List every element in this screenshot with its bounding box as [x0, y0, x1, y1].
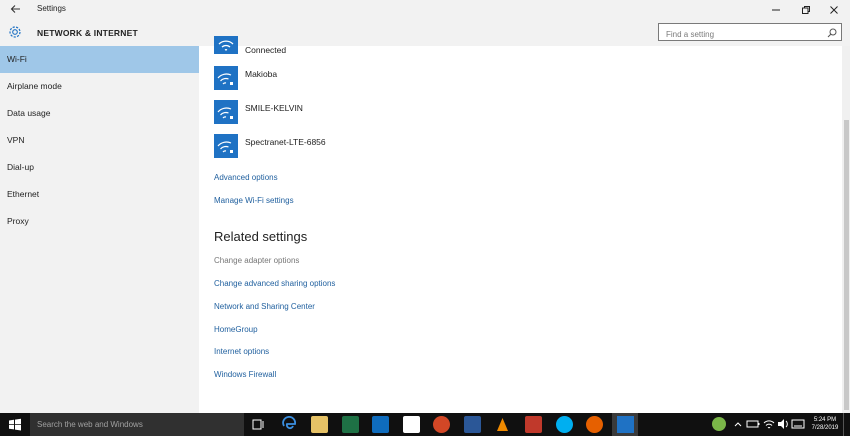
sidebar-item-vpn[interactable]: VPN: [0, 127, 199, 154]
minimize-button[interactable]: [763, 0, 789, 19]
network-item-makioba[interactable]: Makioba: [214, 66, 514, 92]
search-box[interactable]: [658, 23, 842, 43]
taskbar-search[interactable]: Search the web and Windows: [30, 413, 244, 436]
wifi-secured-icon: [214, 100, 238, 124]
advanced-options-link[interactable]: Advanced options: [214, 173, 278, 182]
scrollbar-thumb[interactable]: [844, 120, 849, 410]
gear-icon: [7, 24, 23, 40]
homegroup-link[interactable]: HomeGroup: [214, 325, 258, 334]
clock[interactable]: 5:24 PM 7/28/2019: [806, 416, 844, 432]
restore-button[interactable]: [793, 0, 819, 19]
network-item-smile-kelvin[interactable]: SMILE-KELVIN: [214, 100, 514, 126]
wifi-secured-icon: [214, 134, 238, 158]
store-icon[interactable]: [403, 416, 420, 433]
back-arrow-icon[interactable]: [9, 2, 23, 16]
powerpoint-icon[interactable]: [433, 416, 450, 433]
change-adapter-options-link[interactable]: Change adapter options: [214, 256, 299, 265]
sidebar: Wi-Fi Airplane mode Data usage VPN Dial-…: [0, 46, 199, 413]
keyboard-icon[interactable]: [791, 417, 805, 436]
clock-date: 7/28/2019: [811, 425, 839, 431]
firefox-icon[interactable]: [586, 416, 603, 433]
word-icon[interactable]: [464, 416, 481, 433]
network-sharing-center-link[interactable]: Network and Sharing Center: [214, 302, 315, 311]
excel-icon[interactable]: [342, 416, 359, 433]
task-view-icon[interactable]: [250, 416, 267, 433]
main-content: Connected Makioba SMILE-KELVIN Spectrane…: [199, 36, 850, 413]
chevron-up-icon[interactable]: [733, 417, 743, 436]
sidebar-item-airplane-mode[interactable]: Airplane mode: [0, 73, 199, 100]
sidebar-item-proxy[interactable]: Proxy: [0, 208, 199, 235]
connected-status: Connected: [245, 45, 287, 54]
outlook-icon[interactable]: [372, 416, 389, 433]
settings-taskbar-button[interactable]: [612, 413, 638, 436]
page-title: NETWORK & INTERNET: [37, 28, 138, 38]
connected-network[interactable]: Connected: [214, 36, 514, 54]
vlc-icon[interactable]: [494, 416, 511, 433]
file-explorer-icon[interactable]: [311, 416, 328, 433]
sidebar-item-wifi[interactable]: Wi-Fi: [0, 46, 199, 73]
battery-icon[interactable]: [746, 417, 760, 436]
acrobat-icon[interactable]: [525, 416, 542, 433]
taskbar: Search the web and Windows 5:24 PM 7/28/…: [0, 413, 850, 436]
tray-app-icon[interactable]: [712, 417, 726, 431]
sidebar-item-ethernet[interactable]: Ethernet: [0, 181, 199, 208]
network-name: Makioba: [245, 69, 278, 79]
change-advanced-sharing-link[interactable]: Change advanced sharing options: [214, 279, 335, 288]
taskbar-search-placeholder: Search the web and Windows: [37, 420, 143, 429]
windows-firewall-link[interactable]: Windows Firewall: [214, 370, 276, 379]
settings-app-icon: [617, 416, 634, 433]
wifi-secured-icon: [214, 66, 238, 90]
windows-start-icon[interactable]: [0, 413, 30, 436]
edge-browser-icon[interactable]: [281, 416, 298, 433]
volume-icon[interactable]: [776, 417, 790, 436]
search-input[interactable]: [659, 26, 819, 43]
clock-time: 5:24 PM: [813, 417, 837, 423]
search-icon[interactable]: [826, 26, 838, 38]
wifi-tray-icon[interactable]: [762, 417, 776, 436]
network-name: SMILE-KELVIN: [245, 103, 303, 113]
show-desktop-button[interactable]: [843, 413, 850, 436]
sidebar-item-dial-up[interactable]: Dial-up: [0, 154, 199, 181]
window-title: Settings: [37, 4, 66, 13]
close-button[interactable]: [821, 0, 847, 19]
manage-wifi-settings-link[interactable]: Manage Wi-Fi settings: [214, 196, 294, 205]
internet-options-link[interactable]: Internet options: [214, 347, 269, 356]
related-settings-heading: Related settings: [214, 229, 308, 244]
sidebar-item-data-usage[interactable]: Data usage: [0, 100, 199, 127]
skype-icon[interactable]: [556, 416, 573, 433]
network-item-spectranet[interactable]: Spectranet-LTE-6856: [214, 134, 514, 160]
network-name: Spectranet-LTE-6856: [245, 137, 326, 147]
wifi-connected-icon: [214, 36, 238, 54]
title-bar: Settings: [0, 0, 850, 19]
